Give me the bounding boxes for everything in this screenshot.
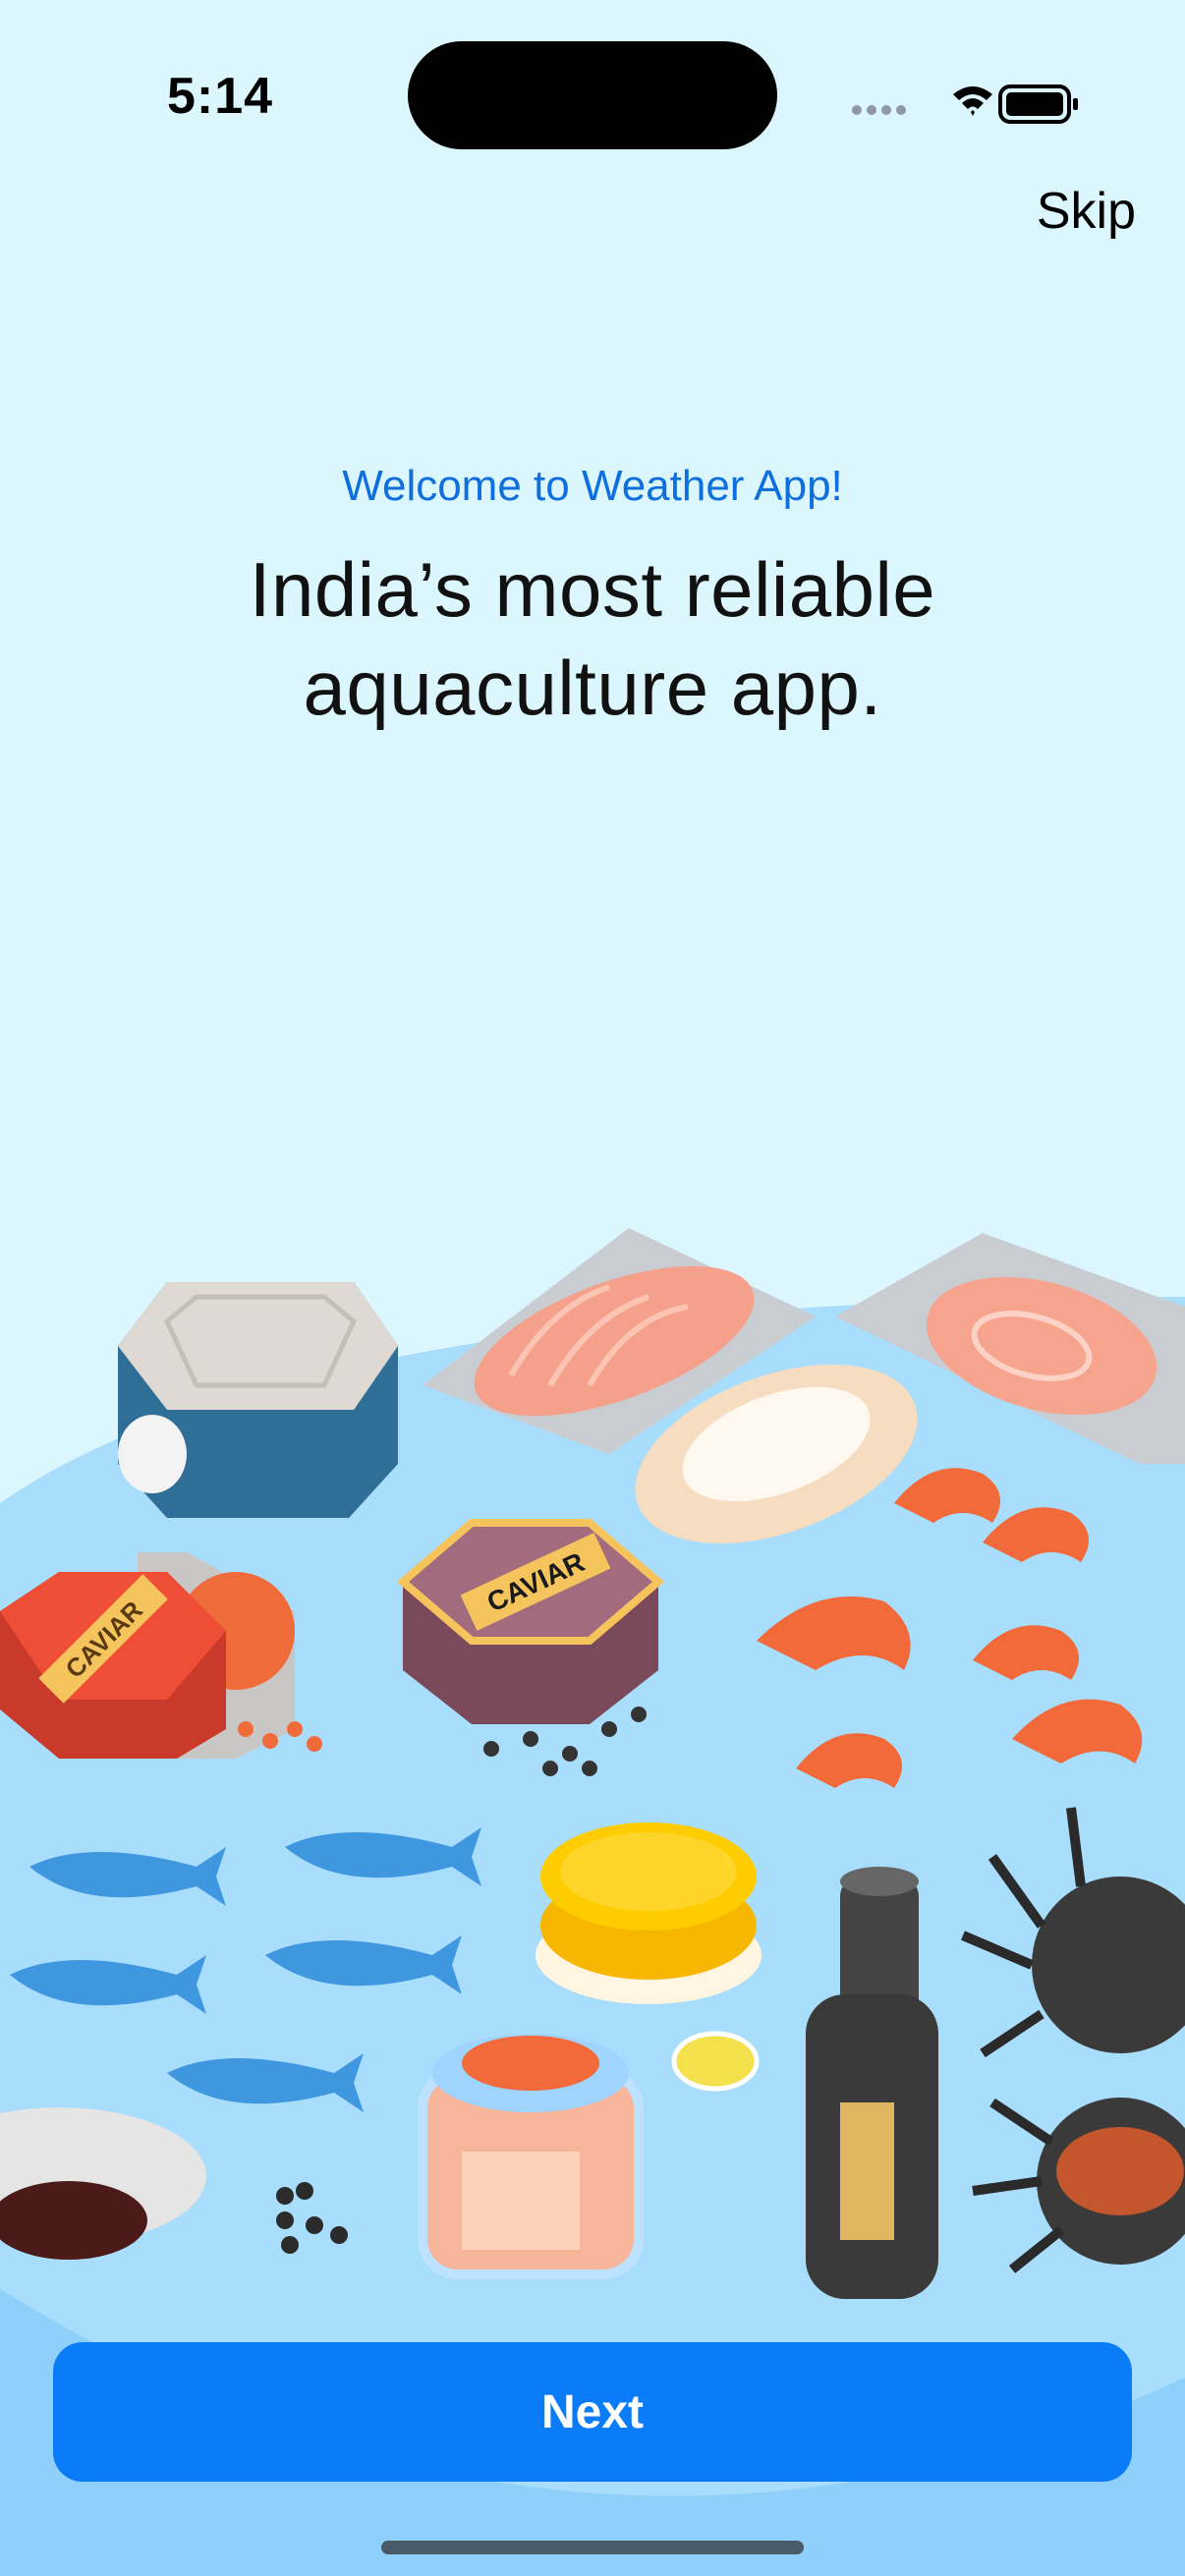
battery-icon [998,84,1078,124]
roe-jar [418,2034,644,2279]
welcome-text: Welcome to Weather App! [342,462,843,510]
page-title: India’s most reliable aquaculture app. [150,540,1035,737]
headline-line-1: India’s most reliable [249,546,936,633]
status-icons [852,84,1078,124]
wifi-icon [953,86,992,116]
status-time: 5:14 [167,68,274,125]
fish-tin [118,1282,398,1518]
headline-line-2: aquaculture app. [303,644,882,731]
dynamic-island [408,41,777,149]
next-button[interactable]: Next [53,2342,1132,2482]
lemon-slice [671,2031,760,2092]
status-bar: 5:14 [0,0,1185,196]
yellow-tin [536,1822,762,2004]
signal-dots-icon [852,105,906,115]
home-indicator [381,2541,804,2554]
skip-button[interactable]: Skip [1037,182,1136,241]
